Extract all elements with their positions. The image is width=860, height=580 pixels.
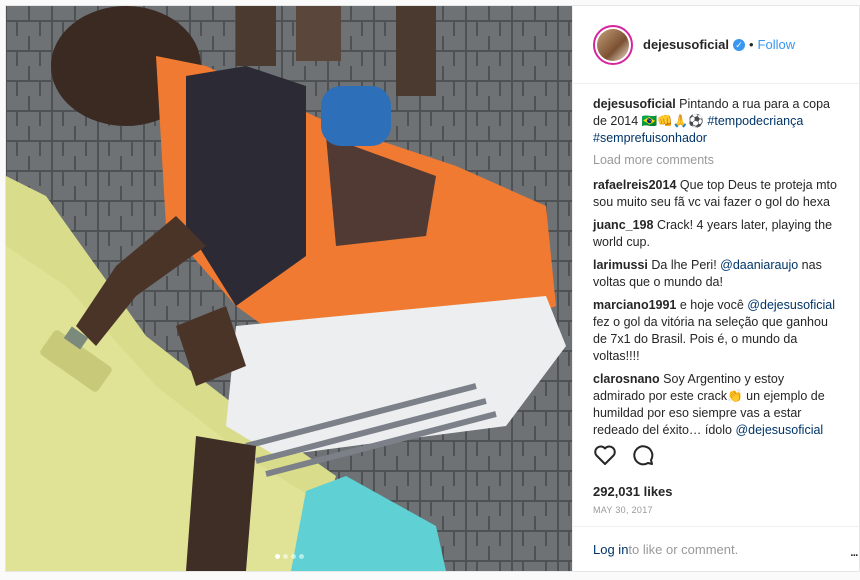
instagram-post: dejesusoficial ✓ • Follow dejesusoficial…: [5, 5, 860, 572]
mention-link[interactable]: @daaniaraujo: [720, 258, 798, 272]
login-footer: Log in to like or comment. ...: [573, 526, 859, 571]
post-photo[interactable]: [6, 6, 572, 571]
carousel-dot[interactable]: [290, 554, 296, 559]
comment-text-after: fez o gol da vitória na seleção que ganh…: [593, 315, 828, 363]
comment-item: juanc_198 Crack! 4 years later, playing …: [593, 217, 839, 251]
carousel-dot[interactable]: [298, 554, 304, 559]
carousel-dots: [6, 554, 572, 559]
comment-username[interactable]: rafaelreis2014: [593, 178, 676, 192]
post-sidebar: dejesusoficial ✓ • Follow dejesusoficial…: [572, 6, 859, 571]
verified-badge-icon: ✓: [732, 38, 745, 51]
photo-illustration: [6, 6, 572, 571]
caption-username[interactable]: dejesusoficial: [593, 97, 676, 111]
comment-item: marciano1991 e hoje você @dejesusoficial…: [593, 297, 839, 365]
mention-link[interactable]: @dejesusoficial: [747, 298, 835, 312]
caption: dejesusoficial Pintando a rua para a cop…: [593, 96, 839, 147]
comment-item: larimussi Da lhe Peri! @daaniaraujo nas …: [593, 257, 839, 291]
carousel-dot[interactable]: [274, 554, 280, 559]
load-more-comments-button[interactable]: Load more comments: [593, 153, 839, 167]
post-date: MAY 30, 2017: [593, 505, 653, 515]
post-header: dejesusoficial ✓ • Follow: [573, 6, 859, 84]
follow-button[interactable]: Follow: [758, 37, 796, 52]
comment-item: clarosnano Soy Argentino y estoy admirad…: [593, 371, 839, 436]
heart-icon[interactable]: [593, 443, 617, 467]
comments-list[interactable]: dejesusoficial Pintando a rua para a cop…: [573, 84, 859, 436]
more-options-icon[interactable]: ...: [850, 543, 859, 561]
comment-username[interactable]: juanc_198: [593, 218, 653, 232]
separator-dot: •: [748, 37, 754, 52]
login-prompt-text: to like or comment.: [628, 541, 739, 557]
comment-item: rafaelreis2014 Que top Deus te proteja m…: [593, 177, 839, 211]
avatar[interactable]: [593, 24, 633, 65]
action-bar: [593, 443, 655, 467]
comment-text: Da lhe Peri!: [651, 258, 721, 272]
comment-username[interactable]: larimussi: [593, 258, 648, 272]
comment-username[interactable]: clarosnano: [593, 372, 660, 386]
username-link[interactable]: dejesusoficial: [643, 37, 729, 52]
comment-text: e hoje você: [679, 298, 748, 312]
likes-count[interactable]: 292,031 likes: [593, 484, 673, 499]
avatar-image: [597, 28, 629, 61]
comment-icon[interactable]: [631, 443, 655, 467]
hashtag-link[interactable]: #tempodecriança: [707, 114, 803, 128]
comment-username[interactable]: marciano1991: [593, 298, 676, 312]
mention-link[interactable]: @dejesusoficial: [735, 423, 823, 436]
carousel-dot[interactable]: [282, 554, 288, 559]
login-link[interactable]: Log in: [593, 542, 628, 557]
hashtag-link[interactable]: #semprefuisonhador: [593, 131, 707, 145]
